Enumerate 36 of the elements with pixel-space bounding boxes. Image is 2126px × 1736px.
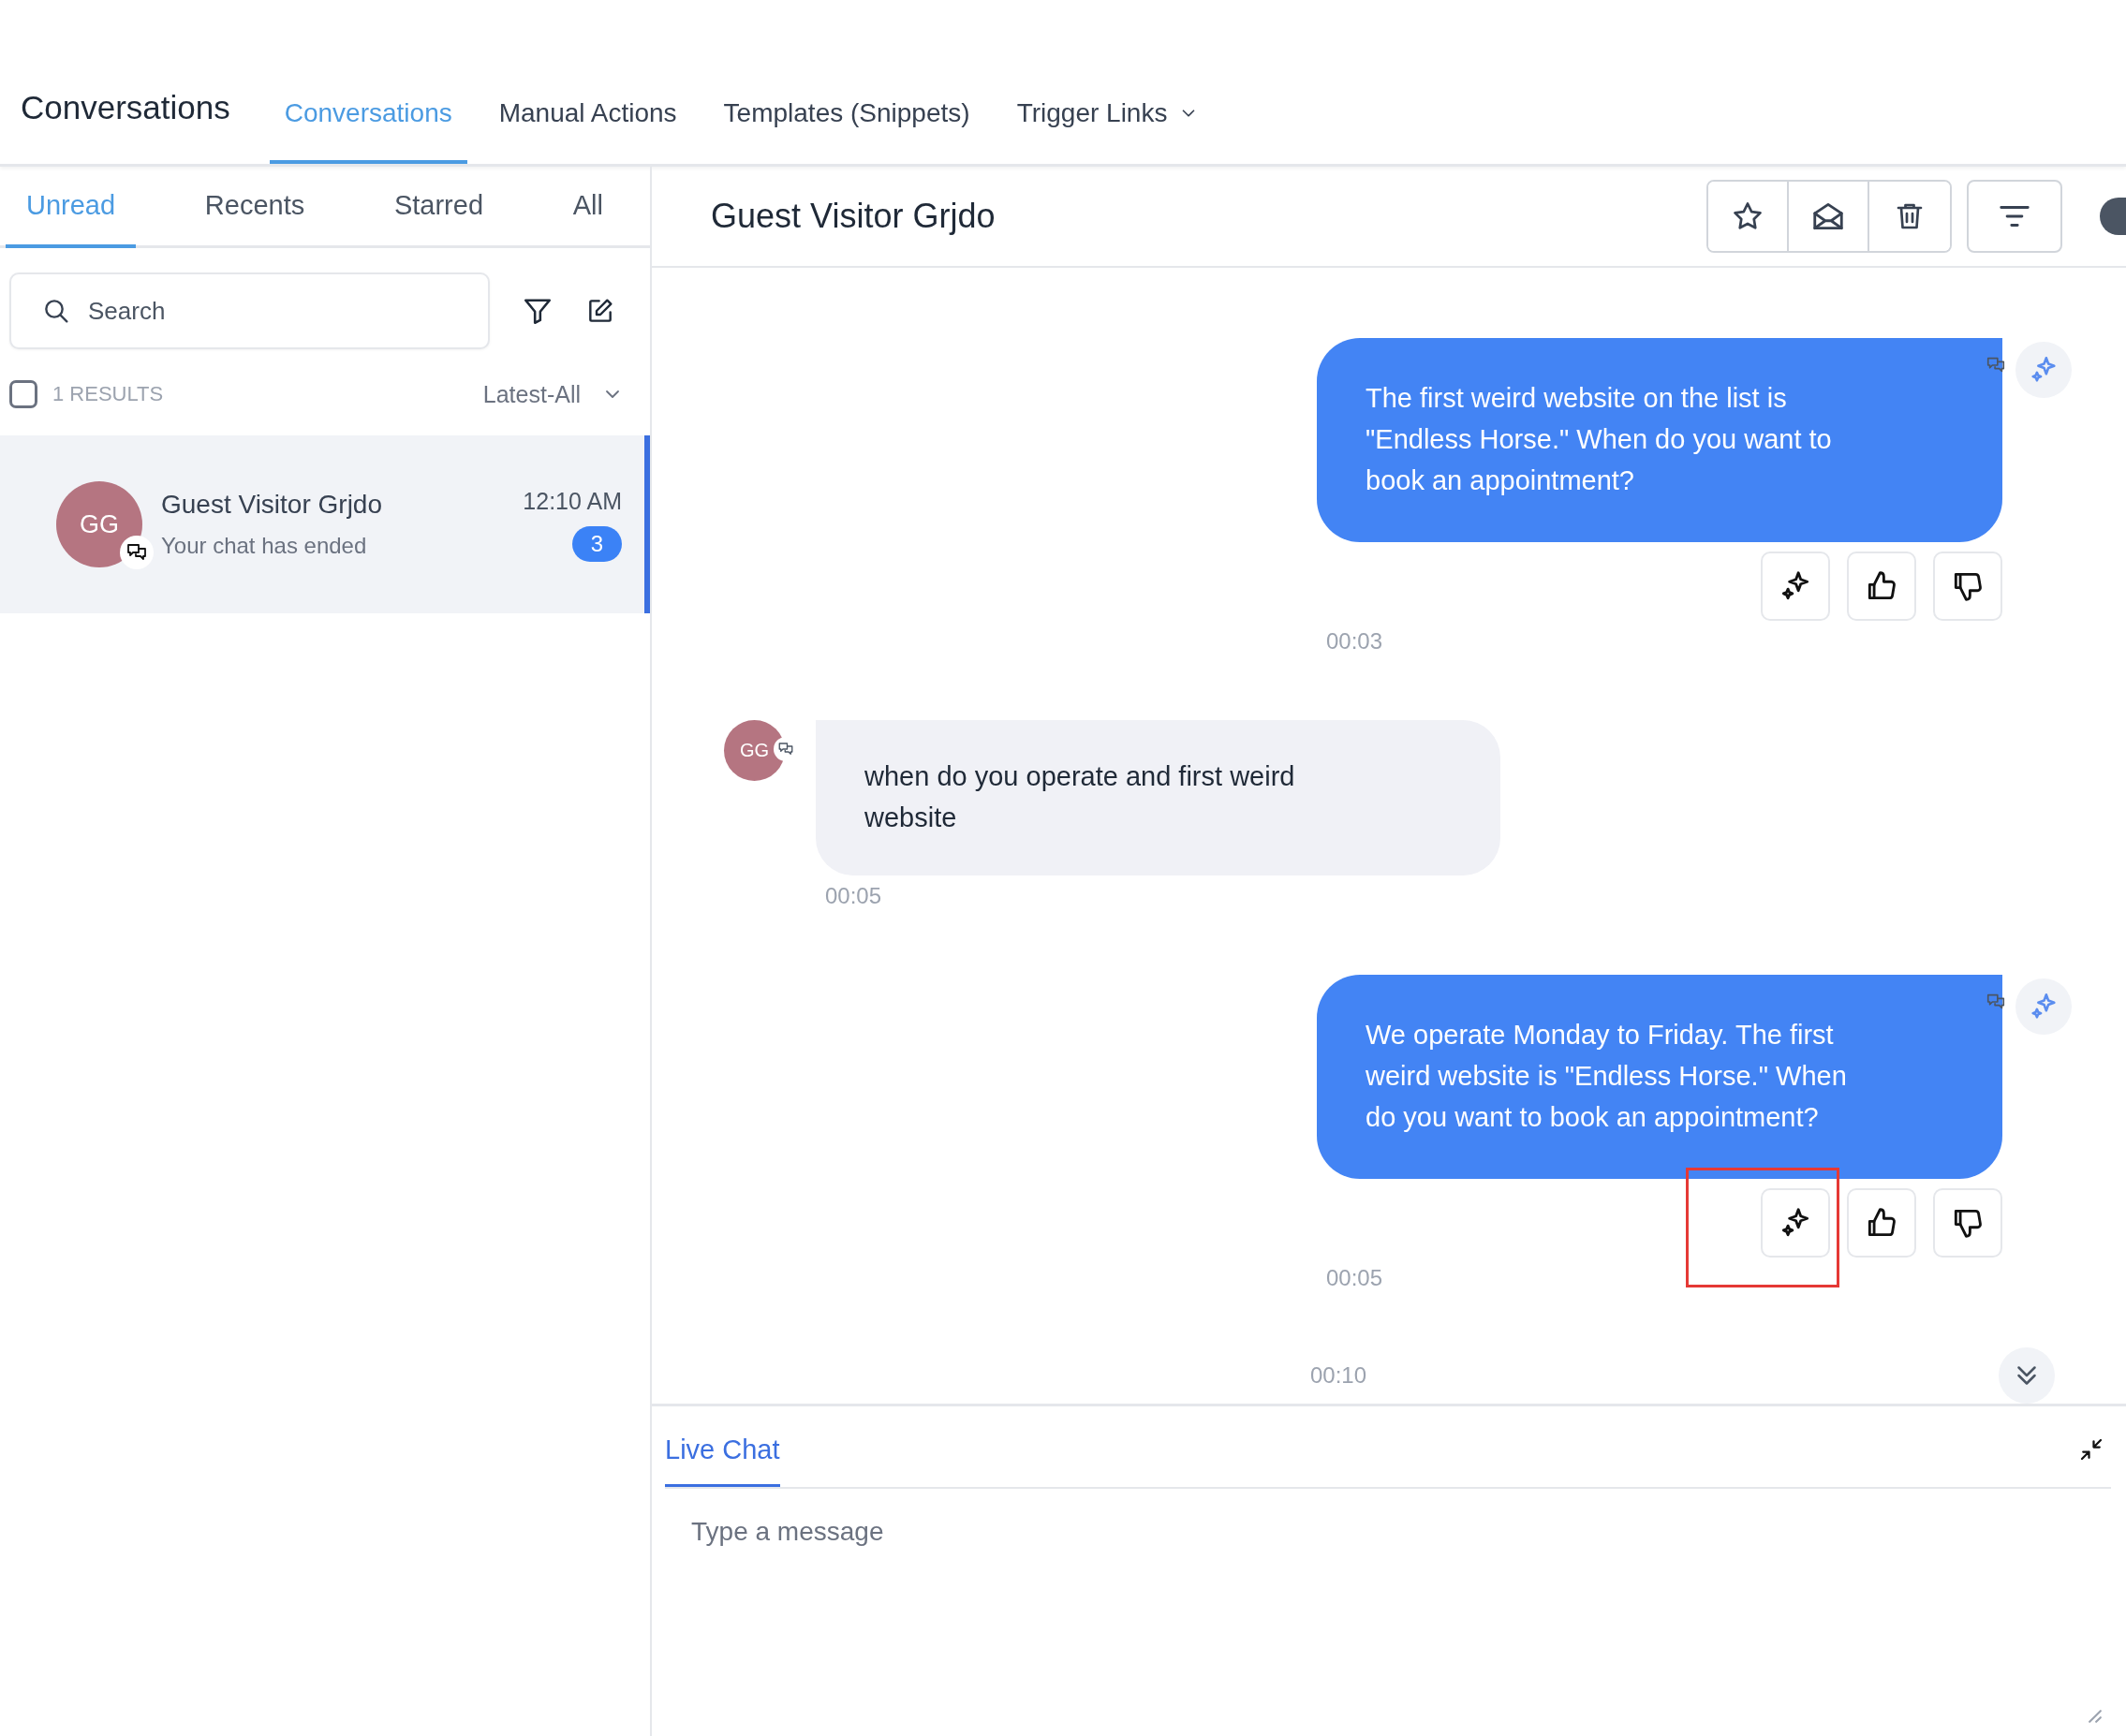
channel-tab[interactable]: Live Chat bbox=[665, 1434, 780, 1487]
thumbs-up-button[interactable] bbox=[1847, 552, 1916, 621]
page-title: Conversations bbox=[21, 89, 230, 127]
ai-button[interactable] bbox=[1761, 1188, 1830, 1258]
thumbs-up-button[interactable] bbox=[1847, 1188, 1916, 1258]
message-bubble: We operate Monday to Friday. The first weird website is "Endless Horse." When do you want to book an appointment? bbox=[1317, 975, 2002, 1179]
search-field[interactable]: Search bbox=[9, 272, 490, 349]
select-all-checkbox[interactable] bbox=[9, 380, 37, 408]
timestamp: 12:10 AM bbox=[523, 487, 622, 515]
nav-tab[interactable]: Manual Actions bbox=[483, 98, 692, 164]
message-time: 00:03 bbox=[1325, 628, 1384, 655]
message-time: 00:10 bbox=[1310, 1362, 1367, 1389]
thumbs-down-button[interactable] bbox=[1933, 1188, 2002, 1258]
unread-count: 3 bbox=[571, 525, 622, 562]
conversation-item[interactable]: GG Guest Visitor Grjdo Your chat has ended 12:10 AM 3 bbox=[0, 435, 650, 613]
sort-button[interactable] bbox=[1967, 180, 2062, 253]
star-button[interactable] bbox=[1708, 182, 1789, 251]
conversation-title: Guest Visitor Grjdo bbox=[711, 197, 996, 236]
filter-tab[interactable]: Starred bbox=[373, 167, 505, 248]
avatar: GG bbox=[724, 720, 785, 781]
ai-button[interactable] bbox=[1761, 552, 1830, 621]
message-preview: Your chat has ended bbox=[161, 533, 368, 559]
filter-tab[interactable]: Recents bbox=[184, 167, 326, 248]
message-bubble: The first weird website on the list is "Endless Horse." When do you want to book an appointment? bbox=[1317, 338, 2002, 542]
message-time: 00:05 bbox=[824, 883, 883, 909]
avatar: GG bbox=[56, 481, 142, 567]
results-count: 1 RESULTS bbox=[52, 382, 164, 406]
filter-tab[interactable]: All bbox=[552, 167, 624, 248]
contact-name: Guest Visitor Grjdo bbox=[161, 490, 383, 520]
message-bubble: when do you operate and first weird website bbox=[816, 720, 1500, 875]
message-time: 00:05 bbox=[1325, 1265, 1384, 1291]
dropdown-tab[interactable]: Trigger Links bbox=[1001, 98, 1215, 164]
resize-grip-icon bbox=[2089, 1710, 2102, 1723]
thumbs-down-button[interactable] bbox=[1933, 552, 2002, 621]
sort-dropdown[interactable]: Latest-All bbox=[477, 379, 629, 409]
nav-tab[interactable]: Templates (Snippets) bbox=[708, 98, 985, 164]
